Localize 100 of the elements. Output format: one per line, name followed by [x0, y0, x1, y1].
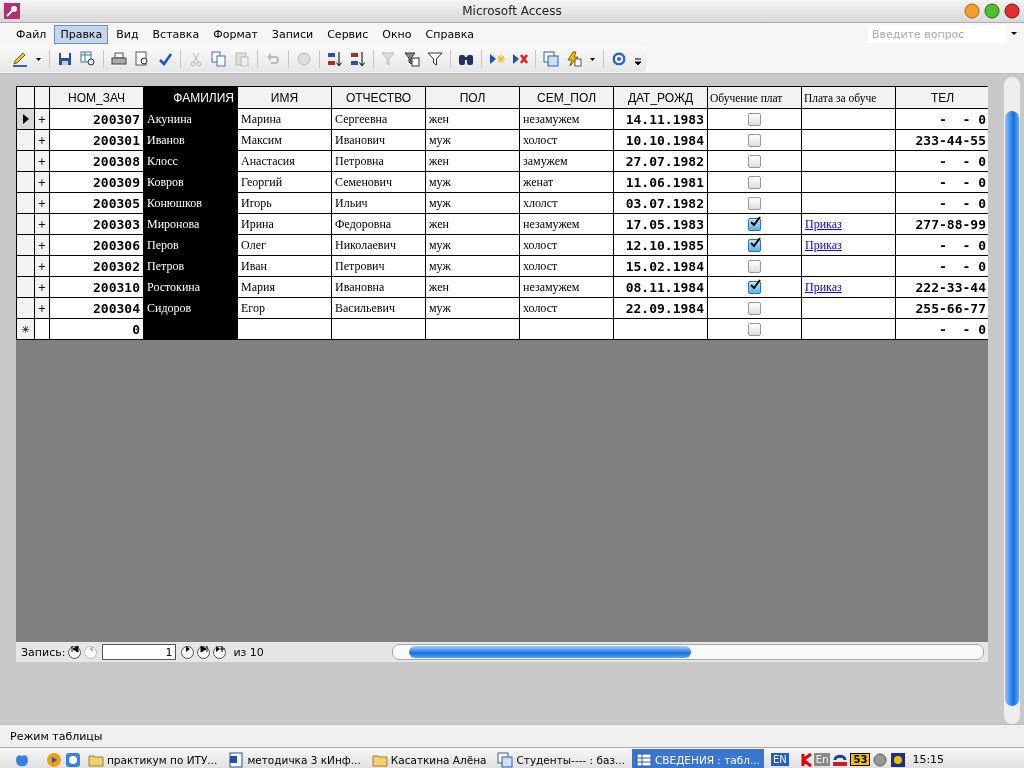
column-header[interactable]: СЕМ_ПОЛ — [519, 86, 614, 109]
checkbox[interactable] — [748, 155, 761, 169]
help-search-field[interactable]: Введите вопрос — [868, 25, 1006, 43]
menu-item[interactable]: Записи — [265, 24, 320, 44]
checkbox[interactable] — [748, 134, 761, 148]
column-header[interactable]: ТЕЛ — [895, 86, 988, 109]
row-selector[interactable] — [16, 276, 35, 298]
checkbox[interactable] — [748, 113, 761, 127]
expand-toggle[interactable]: + — [34, 276, 50, 298]
menu-item[interactable]: Вставка — [146, 24, 206, 44]
delete-record-icon[interactable] — [512, 51, 528, 67]
new-record-icon[interactable] — [489, 51, 505, 67]
taskbar-item[interactable]: методичка 3 кИнф... — [224, 749, 365, 768]
vertical-scrollbar[interactable] — [1004, 77, 1020, 724]
tray-badge[interactable]: 53 — [850, 753, 871, 766]
menu-item[interactable]: Окно — [376, 24, 418, 44]
expand-toggle[interactable]: + — [34, 150, 50, 172]
table-cell: хлолст — [519, 192, 614, 214]
table-cell: 10.10.1984 — [613, 129, 708, 151]
menu-item[interactable]: Правка — [54, 24, 109, 44]
record-number-field[interactable]: 1 — [102, 644, 177, 660]
menu-item[interactable]: Формат — [207, 24, 264, 44]
horizontal-scrollbar[interactable] — [392, 644, 984, 660]
row-selector[interactable] — [16, 192, 35, 214]
checkbox[interactable] — [748, 176, 761, 190]
table-cell: 200303 — [49, 213, 144, 235]
pencil-ruler-icon[interactable] — [12, 51, 28, 67]
taskbar-item[interactable]: практикум по ИТУ... — [84, 749, 222, 768]
print-preview-icon[interactable] — [134, 51, 150, 67]
table-cell: муж — [425, 297, 520, 319]
copy-icon[interactable] — [211, 51, 227, 67]
close-button[interactable] — [1004, 3, 1020, 19]
funnel-icon[interactable] — [427, 51, 443, 67]
media-player-icon[interactable] — [46, 751, 62, 768]
save-icon[interactable] — [57, 51, 73, 67]
row-selector[interactable] — [16, 108, 35, 130]
sort-descending-icon[interactable] — [350, 51, 366, 67]
taskbar-item[interactable]: СВЕДЕНИЯ : табл... — [632, 749, 764, 768]
table-search-icon[interactable] — [80, 51, 96, 67]
column-header[interactable]: ИМЯ — [237, 86, 332, 109]
document-icon — [228, 751, 245, 768]
windows-icon[interactable] — [543, 51, 559, 67]
table-cell: 03.07.1982 — [613, 192, 708, 214]
menu-item[interactable]: Вид — [110, 24, 145, 44]
taskbar-item[interactable]: Студенты---- : баз... — [493, 749, 629, 768]
printer-icon[interactable] — [111, 51, 127, 67]
network-icon[interactable] — [890, 751, 907, 768]
menu-item[interactable]: Справка — [419, 24, 480, 44]
row-selector[interactable] — [16, 234, 35, 256]
table-cell: 200307 — [49, 108, 144, 130]
checkbox[interactable] — [748, 218, 761, 232]
table-cell: Игорь — [237, 192, 332, 214]
checkbox[interactable] — [748, 260, 761, 274]
table-cell: 27.07.1982 — [613, 150, 708, 172]
table-cell: 14.11.1983 — [613, 108, 708, 130]
column-header[interactable]: Обучение плат — [707, 86, 802, 109]
table-cell: незамужем — [519, 213, 614, 235]
row-selector[interactable] — [16, 255, 35, 277]
table-cell: незамужем — [519, 276, 614, 298]
row-selector[interactable] — [16, 213, 35, 235]
maximize-button[interactable] — [984, 3, 1000, 19]
help-icon[interactable] — [611, 51, 627, 67]
row-selector[interactable] — [16, 297, 35, 319]
checkbox[interactable] — [748, 239, 761, 253]
column-header[interactable]: ПОЛ — [425, 86, 520, 109]
column-header[interactable]: ОТЧЕСТВО — [331, 86, 426, 109]
column-header[interactable]: НОМ_ЗАЧ — [49, 86, 144, 109]
row-selector[interactable] — [16, 150, 35, 172]
table-cell: холост — [519, 129, 614, 151]
column-header[interactable]: ДАТ_РОЖД — [613, 86, 708, 109]
table-cell: жен — [425, 276, 520, 298]
menu-item[interactable]: Сервис — [321, 24, 375, 44]
table-cell: 0 — [49, 318, 144, 340]
expand-toggle[interactable]: + — [34, 234, 50, 256]
table-cell: Максим — [237, 129, 332, 151]
checkbox[interactable] — [748, 197, 761, 211]
browser-icon[interactable] — [65, 751, 81, 768]
table-cell: муж — [425, 234, 520, 256]
expand-toggle[interactable]: + — [34, 108, 50, 130]
spellcheck-icon[interactable] — [157, 51, 173, 67]
antivirus-icon[interactable] — [799, 751, 812, 768]
checkbox[interactable] — [748, 281, 761, 295]
lightning-form-icon[interactable] — [566, 51, 582, 67]
filter-form-icon[interactable] — [404, 51, 420, 67]
language-indicator[interactable]: EN — [771, 753, 789, 766]
minimize-button[interactable] — [964, 3, 980, 19]
checkbox[interactable] — [748, 323, 761, 337]
row-selector[interactable] — [16, 171, 35, 193]
table-cell: муж — [425, 171, 520, 193]
expand-toggle[interactable]: + — [34, 192, 50, 214]
table-cell: Анастасия — [237, 150, 332, 172]
menu-item[interactable]: Файл — [10, 24, 53, 44]
table-cell: холост — [519, 255, 614, 277]
checkbox[interactable] — [748, 302, 761, 316]
column-header[interactable]: Плата за обуче — [801, 86, 896, 109]
sort-ascending-icon[interactable] — [327, 51, 343, 67]
taskbar-item[interactable]: Касаткина Алёна — [367, 749, 491, 768]
keyboard-layout-indicator[interactable]: En — [813, 753, 831, 766]
row-selector[interactable] — [16, 129, 35, 151]
column-header[interactable]: ФАМИЛИЯ — [143, 86, 238, 109]
